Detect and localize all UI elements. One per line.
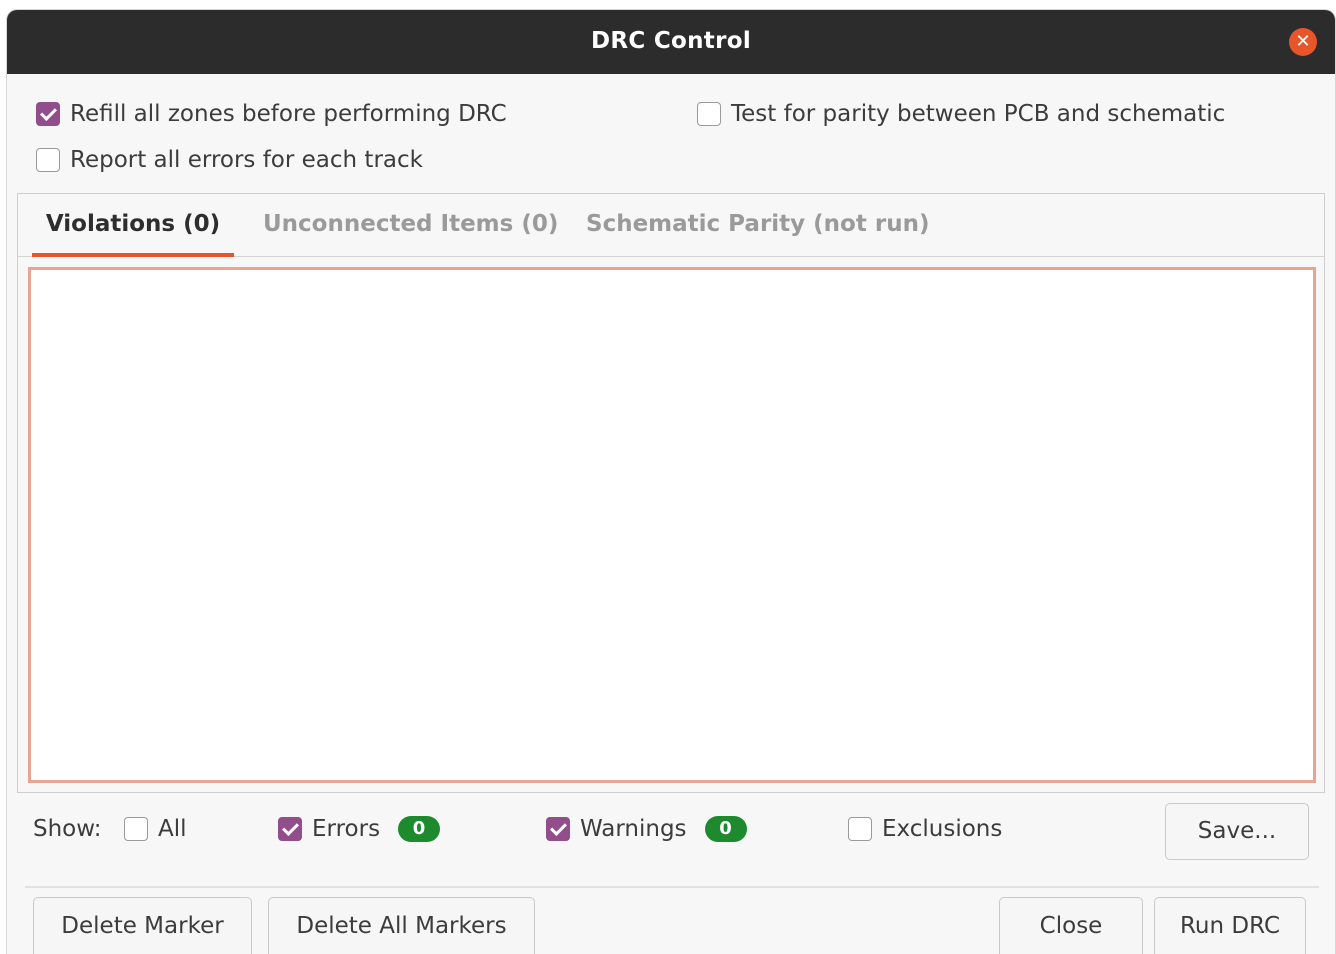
delete-all-markers-button[interactable]: Delete All Markers: [268, 897, 535, 954]
violations-list[interactable]: [28, 267, 1316, 783]
filter-all-label: All: [158, 816, 187, 842]
filter-warnings[interactable]: Warnings 0: [546, 816, 747, 842]
filter-exclusions[interactable]: Exclusions: [848, 816, 1002, 842]
show-label: Show:: [33, 816, 102, 842]
refill-zones-label: Refill all zones before performing DRC: [70, 101, 507, 127]
filter-errors[interactable]: Errors 0: [278, 816, 441, 842]
test-parity-option[interactable]: Test for parity between PCB and schemati…: [697, 101, 1225, 127]
filter-all-checkbox[interactable]: [124, 817, 148, 841]
filter-warnings-checkbox[interactable]: [546, 817, 570, 841]
filter-exclusions-checkbox[interactable]: [848, 817, 872, 841]
report-all-errors-option[interactable]: Report all errors for each track: [36, 147, 423, 173]
filter-errors-checkbox[interactable]: [278, 817, 302, 841]
close-button[interactable]: Close: [999, 897, 1143, 954]
refill-zones-checkbox[interactable]: [36, 102, 60, 126]
tab-unconnected-items[interactable]: Unconnected Items (0): [263, 194, 558, 256]
filter-warnings-label: Warnings: [580, 816, 687, 842]
tab-violations[interactable]: Violations (0): [32, 194, 234, 257]
report-all-errors-checkbox[interactable]: [36, 148, 60, 172]
errors-count-badge: 0: [398, 816, 441, 842]
divider: [25, 886, 1319, 888]
filter-exclusions-label: Exclusions: [882, 816, 1003, 842]
drc-control-dialog: DRC Control ✕ Refill all zones before pe…: [7, 10, 1335, 954]
warnings-count-badge: 0: [704, 816, 747, 842]
tab-schematic-parity[interactable]: Schematic Parity (not run): [586, 194, 929, 256]
save-button[interactable]: Save...: [1165, 803, 1309, 860]
filter-errors-label: Errors: [312, 816, 381, 842]
report-all-errors-label: Report all errors for each track: [70, 147, 423, 173]
test-parity-checkbox[interactable]: [697, 102, 721, 126]
run-drc-button[interactable]: Run DRC: [1154, 897, 1306, 954]
close-icon[interactable]: ✕: [1289, 28, 1317, 56]
delete-marker-button[interactable]: Delete Marker: [33, 897, 252, 954]
tab-bar: Violations (0) Unconnected Items (0) Sch…: [18, 194, 1324, 257]
refill-zones-option[interactable]: Refill all zones before performing DRC: [36, 101, 507, 127]
test-parity-label: Test for parity between PCB and schemati…: [731, 101, 1226, 127]
results-notebook: Violations (0) Unconnected Items (0) Sch…: [17, 193, 1325, 793]
dialog-title: DRC Control: [590, 28, 752, 54]
title-bar: DRC Control ✕: [7, 10, 1335, 74]
filter-all[interactable]: All: [124, 816, 187, 842]
